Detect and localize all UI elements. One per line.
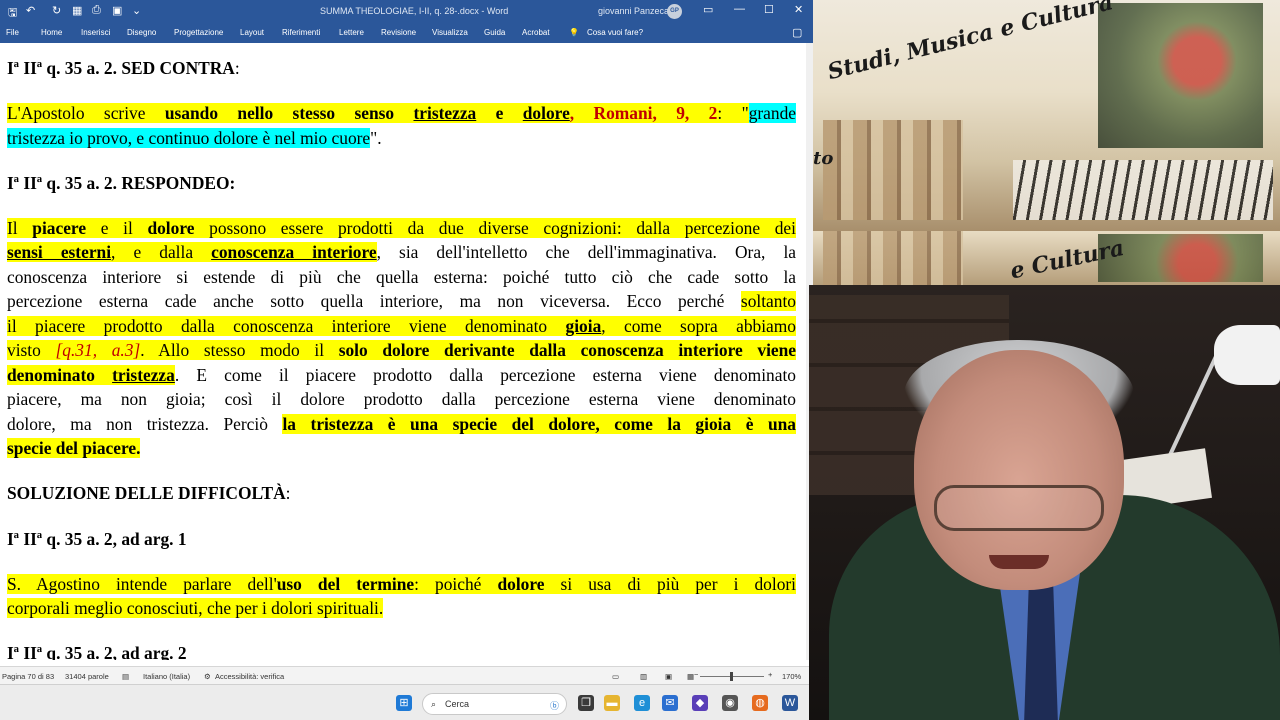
word-window: 🖫 ↶ ↻ ▦ ⎙ ▣ ⌄ SUMMA THEOLOGIAE, I-II, q.…: [0, 0, 813, 684]
ad-arg-1-line-2: corporali meglio conosciuti, che per i d…: [7, 598, 384, 618]
zoom-level[interactable]: 170%: [782, 672, 801, 681]
search-placeholder: Cerca: [445, 699, 470, 709]
tab-visualizza[interactable]: Visualizza: [432, 28, 468, 37]
word-count[interactable]: 31404 parole: [65, 672, 109, 681]
presenter-mouth: [989, 555, 1049, 569]
sed-contra-line-1: L'Apostolo scrive usando nello stesso se…: [7, 103, 797, 123]
tab-layout[interactable]: Layout: [240, 28, 264, 37]
respondeo-line-7: denominato tristezza. E come il piacere …: [7, 365, 796, 385]
touch-mode-icon[interactable]: ▣: [112, 4, 122, 17]
tab-revisione[interactable]: Revisione: [381, 28, 416, 37]
heading-ad-arg-2: Iª IIª q. 35 a. 2, ad arg. 2: [7, 643, 187, 660]
user-avatar[interactable]: GP: [667, 4, 682, 19]
minimize-icon[interactable]: —: [734, 3, 745, 15]
taskbar: ⊞ ⌕ Cerca ⓑ ❐ ▬ e ✉ ◆ ◉ ◍ W: [0, 684, 809, 720]
user-name[interactable]: giovanni Panzeca: [598, 6, 669, 16]
redo-icon[interactable]: ↻: [52, 4, 61, 17]
comments-icon[interactable]: ▢: [792, 26, 802, 39]
tab-inserisci[interactable]: Inserisci: [81, 28, 110, 37]
tab-riferimenti[interactable]: Riferimenti: [282, 28, 320, 37]
banner-title: Studi, Musica e Cultura: [825, 0, 1116, 86]
respondeo-line-4: percezione esterna cade anche sotto quel…: [7, 291, 796, 311]
heading-ad-arg-1: Iª IIª q. 35 a. 2, ad arg. 1: [7, 529, 187, 549]
banner-fragment: to: [813, 148, 834, 169]
tab-acrobat[interactable]: Acrobat: [522, 28, 550, 37]
zoom-out-icon[interactable]: −: [694, 670, 698, 679]
focus-icon[interactable]: ▭: [612, 672, 619, 681]
respondeo-line-5: il piacere prodotto dalla conoscenza int…: [7, 316, 796, 336]
ribbon-display-icon[interactable]: ▭: [703, 3, 713, 16]
piano-image: [1013, 160, 1273, 220]
obs-icon[interactable]: ◉: [722, 695, 738, 711]
respondeo-line-6: visto [q.31, a.3]. Allo stesso modo il s…: [7, 340, 797, 360]
close-icon[interactable]: ✕: [794, 3, 803, 16]
proofing-icon[interactable]: ▤: [122, 672, 129, 681]
status-bar: Pagina 70 di 83 31404 parole ▤ Italiano …: [0, 666, 813, 684]
heading-respondeo: Iª IIª q. 35 a. 2. RESPONDEO:: [7, 173, 236, 193]
heading-sed-contra: Iª IIª q. 35 a. 2. SED CONTRA:: [7, 58, 240, 78]
word-icon[interactable]: W: [782, 695, 798, 711]
zoom-in-icon[interactable]: +: [768, 670, 772, 679]
accessibility-status[interactable]: Accessibilità: verifica: [215, 672, 284, 681]
webcam-feed: [809, 285, 1280, 720]
save-icon[interactable]: 🖫: [8, 4, 17, 23]
presenter-face: [914, 350, 1124, 590]
page-count[interactable]: Pagina 70 di 83: [2, 672, 54, 681]
edge-icon[interactable]: e: [634, 695, 650, 711]
ad-arg-1-line-1: S. Agostino intende parlare dell'uso del…: [7, 574, 797, 594]
respondeo-line-9: dolore, ma non tristezza. Perciò la tris…: [7, 414, 796, 434]
language[interactable]: Italiano (Italia): [143, 672, 190, 681]
lightbulb-icon: 💡: [569, 28, 579, 37]
undo-icon[interactable]: ↶: [26, 4, 35, 17]
accessibility-icon: ⚙: [204, 672, 211, 681]
maximize-icon[interactable]: ☐: [764, 3, 774, 16]
print-icon[interactable]: ⎙: [92, 4, 101, 17]
tell-me-field[interactable]: Cosa vuoi fare?: [587, 28, 643, 37]
bing-icon: ⓑ: [550, 701, 560, 711]
customize-toolbar-icon[interactable]: ⌄: [132, 4, 141, 17]
title-bar: 🖫 ↶ ↻ ▦ ⎙ ▣ ⌄ SUMMA THEOLOGIAE, I-II, q.…: [0, 0, 813, 22]
task-view-icon[interactable]: ❐: [578, 695, 594, 711]
firefox-icon[interactable]: ◍: [752, 695, 768, 711]
tab-guida[interactable]: Guida: [484, 28, 505, 37]
read-mode-icon[interactable]: ▥: [640, 672, 647, 681]
print-layout-icon[interactable]: ▣: [665, 672, 672, 681]
windows-start-icon[interactable]: ⊞: [396, 695, 412, 711]
tab-file[interactable]: File: [6, 28, 19, 37]
channel-banner: Studi, Musica e Cultura to: [813, 0, 1280, 231]
document-page[interactable]: Iª IIª q. 35 a. 2. SED CONTRA: L'Apostol…: [0, 43, 806, 660]
sed-contra-line-2: tristezza io provo, e continuo dolore è …: [7, 128, 382, 148]
app-icon[interactable]: ◆: [692, 695, 708, 711]
zoom-slider-thumb[interactable]: [730, 672, 733, 681]
books-image-repeat: [823, 231, 963, 285]
respondeo-line-2: sensi esterni, e dalla conoscenza interi…: [7, 242, 797, 262]
heading-soluzione: SOLUZIONE DELLE DIFFICOLTÀ:: [7, 483, 291, 503]
respondeo-line-3: conoscenza interiore si estende di più c…: [7, 267, 796, 287]
tab-disegno[interactable]: Disegno: [127, 28, 156, 37]
screen: 🖫 ↶ ↻ ▦ ⎙ ▣ ⌄ SUMMA THEOLOGIAE, I-II, q.…: [0, 0, 1280, 720]
quick-access-icon[interactable]: ▦: [72, 4, 82, 17]
respondeo-line-8: piacere, ma non gioia; così il dolore pr…: [7, 389, 796, 409]
tab-lettere[interactable]: Lettere: [339, 28, 364, 37]
tab-home[interactable]: Home: [41, 28, 62, 37]
painting-image: [1098, 3, 1263, 148]
respondeo-line-1: Il piacere e il dolore possono essere pr…: [7, 218, 796, 238]
channel-banner-repeat: e Cultura: [813, 231, 1280, 285]
ribbon-tabs: File Home Inserisci Disegno Progettazion…: [0, 22, 813, 43]
taskbar-search[interactable]: ⌕ Cerca ⓑ: [422, 693, 567, 715]
mail-icon[interactable]: ✉: [662, 695, 678, 711]
respondeo-line-10: specie del piacere.: [7, 438, 141, 458]
file-explorer-icon[interactable]: ▬: [604, 695, 620, 711]
presenter-glasses: [934, 485, 1104, 531]
desk-lamp: [1214, 325, 1280, 385]
search-icon: ⌕: [431, 699, 437, 709]
tab-progettazione[interactable]: Progettazione: [174, 28, 223, 37]
books-image: [823, 120, 963, 220]
document-title: SUMMA THEOLOGIAE, I-II, q. 28-.docx - Wo…: [320, 6, 509, 16]
